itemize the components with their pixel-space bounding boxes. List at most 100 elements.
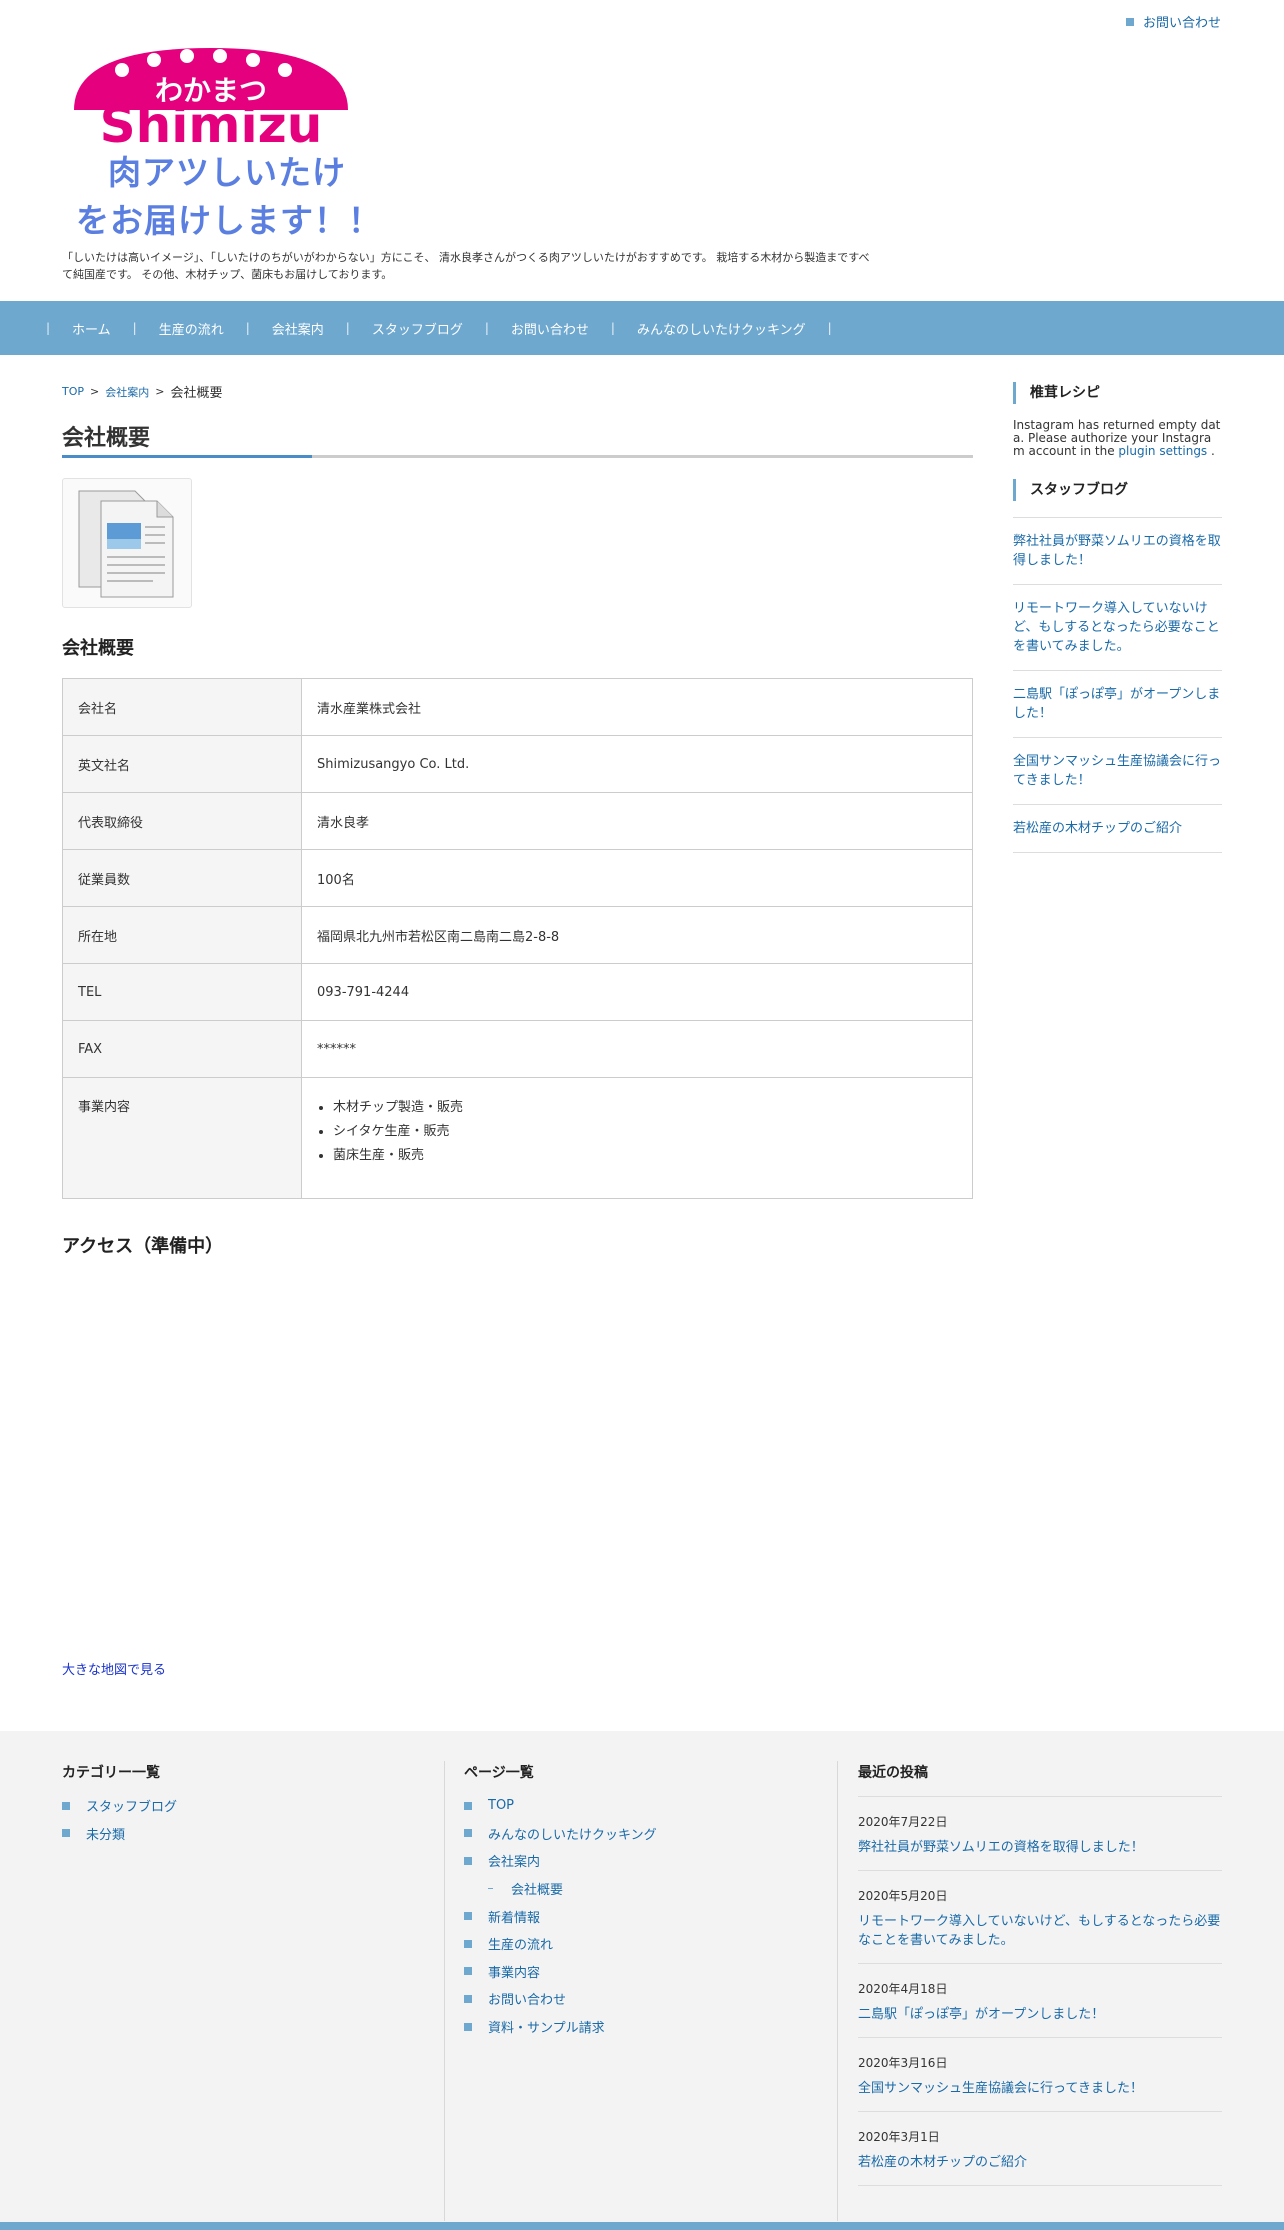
instagram-notice: Instagram has returned empty data. Pleas… [1013,419,1222,458]
table-row: 所在地 福岡県北九州市若松区南二島南二島2-8-8 [62,906,973,964]
recent-post: 2020年3月1日 若松産の木材チップのご紹介 [858,2112,1222,2186]
big-map-link[interactable]: 大きな地図で見る [62,1659,166,1678]
staff-blog-heading: スタッフブログ [1013,479,1128,501]
square-bullet-icon [464,1967,472,1976]
table-row: 会社名 清水産業株式会社 [62,678,973,736]
table-key: TEL [62,963,302,1021]
page-item[interactable]: 新着情報 [464,1902,657,1930]
category-item[interactable]: スタッフブログ [62,1792,177,1820]
page-item[interactable]: みんなのしいたけクッキング [464,1820,657,1848]
title-divider-accent [62,455,312,458]
breadcrumb-company[interactable]: 会社案内 [105,384,149,400]
nav-item-home[interactable]: ホーム [50,319,133,338]
table-row: 事業内容 木材チップ製造・販売 シイタケ生産・販売 菌床生産・販売 [62,1077,973,1199]
table-key: 所在地 [62,906,302,964]
nav-item-company[interactable]: 会社案内 [250,319,346,338]
site-logo[interactable]: わかまつ Shimizu [66,40,356,150]
page-title: 会社概要 [62,426,151,451]
table-key: 代表取締役 [62,792,302,850]
square-bullet-icon [464,1939,472,1948]
categories-list: スタッフブログ 未分類 [62,1792,177,1847]
recipe-heading: 椎茸レシピ [1013,382,1100,404]
global-nav: | ホーム | 生産の流れ | 会社案内 | スタッフブログ | お問い合わせ … [0,301,1284,355]
blog-item[interactable]: 二島駅「ぽっぽ亭」がオープンしました！ [1013,671,1222,738]
footer-accent-bar [0,2222,1284,2230]
table-key: 会社名 [62,678,302,736]
company-overview-heading: 会社概要 [62,638,134,659]
post-date: 2020年4月18日 [858,1982,948,1996]
breadcrumb-top[interactable]: TOP [62,385,84,398]
square-bullet-icon [62,1829,70,1838]
post-title[interactable]: リモートワーク導入していないけど、もしするとなったら必要なことを書いてみました。 [858,1914,1220,1948]
plugin-settings-link[interactable]: plugin settings [1118,444,1207,458]
table-row: FAX ****** [62,1020,973,1078]
page-item[interactable]: お問い合わせ [464,1985,657,2013]
page-label: 会社案内 [488,1855,541,1871]
site-description: 「しいたけは高いイメージ」、「しいたけのちがいがわからない」方にこそ、 清水良孝… [62,251,870,281]
table-value: ****** [301,1020,973,1078]
blog-item[interactable]: 若松産の木材チップのご紹介 [1013,805,1222,853]
nav-item-cooking[interactable]: みんなのしいたけクッキング [615,319,828,338]
table-value: 木材チップ製造・販売 シイタケ生産・販売 菌床生産・販売 [301,1077,973,1199]
recent-post: 2020年3月16日 全国サンマッシュ生産協議会に行ってきました！ [858,2038,1222,2112]
nav-item-contact[interactable]: お問い合わせ [489,319,611,338]
footer-divider [837,1761,838,2221]
header-contact-label: お問い合わせ [1142,16,1221,31]
category-label: 未分類 [86,1827,126,1843]
header-contact-link[interactable]: お問い合わせ [1125,12,1221,31]
dash-bullet-icon [488,1888,493,1890]
table-value: 清水産業株式会社 [301,678,973,736]
square-bullet-icon [62,1801,70,1810]
square-bullet-icon [1125,17,1134,26]
page-item[interactable]: 事業内容 [464,1958,657,1986]
page-item[interactable]: TOP [464,1792,657,1820]
blog-item[interactable]: 全国サンマッシュ生産協議会に行ってきました！ [1013,738,1222,805]
post-title[interactable]: 弊社社員が野菜ソムリエの資格を取得しました！ [858,1840,1144,1855]
nav-separator: | [827,321,832,335]
square-bullet-icon [464,1912,472,1921]
table-row: TEL 093-791-4244 [62,963,973,1021]
page-item[interactable]: 資料・サンプル請求 [464,2013,657,2041]
table-value: 093-791-4244 [301,963,973,1021]
page-label: 生産の流れ [488,1938,554,1954]
table-value: 100名 [301,849,973,907]
table-row: 従業員数 100名 [62,849,973,907]
list-item: 木材チップ製造・販売 [333,1096,957,1120]
tagline-line2: をお届けします！！ [76,201,382,240]
recent-post: 2020年7月22日 弊社社員が野菜ソムリエの資格を取得しました！ [858,1797,1222,1871]
post-title[interactable]: 二島駅「ぽっぽ亭」がオープンしました！ [858,2007,1104,2022]
page-label: 会社概要 [511,1883,564,1899]
category-item[interactable]: 未分類 [62,1820,177,1848]
categories-heading: カテゴリー一覧 [62,1765,160,1781]
breadcrumb-current: 会社概要 [170,386,223,401]
blog-item[interactable]: リモートワーク導入していないけど、もしするとなったら必要なことを書いてみました。 [1013,585,1222,671]
page-item[interactable]: 会社概要 [464,1875,657,1903]
table-key: 英文社名 [62,735,302,793]
table-value: 清水良孝 [301,792,973,850]
post-date: 2020年3月16日 [858,2056,948,2070]
breadcrumb-sep: > [155,385,165,398]
company-info-table: 会社名 清水産業株式会社 英文社名 Shimizusangyo Co. Ltd.… [62,678,973,1199]
nav-item-production-flow[interactable]: 生産の流れ [137,319,246,338]
list-item: シイタケ生産・販売 [333,1120,957,1144]
page-label: 資料・サンプル請求 [488,2021,605,2037]
blog-item[interactable]: 弊社社員が野菜ソムリエの資格を取得しました！ [1013,518,1222,585]
recent-post: 2020年5月20日 リモートワーク導入していないけど、もしするとなったら必要な… [858,1871,1222,1964]
instagram-end: . [1211,444,1215,458]
tagline-line1: 肉アツしいたけ [108,153,346,192]
post-title[interactable]: 全国サンマッシュ生産協議会に行ってきました！ [858,2081,1143,2096]
post-date: 2020年3月1日 [858,2130,940,2144]
recent-post: 2020年4月18日 二島駅「ぽっぽ亭」がオープンしました！ [858,1964,1222,2038]
post-title[interactable]: 若松産の木材チップのご紹介 [858,2155,1027,2170]
business-list: 木材チップ製造・販売 シイタケ生産・販売 菌床生産・販売 [317,1096,957,1168]
table-key: 事業内容 [62,1077,302,1199]
page-item[interactable]: 生産の流れ [464,1930,657,1958]
table-key: 従業員数 [62,849,302,907]
nav-item-staff-blog[interactable]: スタッフブログ [350,319,485,338]
table-key: FAX [62,1020,302,1078]
square-bullet-icon [464,1856,472,1865]
page-item[interactable]: 会社案内 [464,1847,657,1875]
access-heading: アクセス（準備中） [62,1236,224,1257]
page-label: みんなのしいたけクッキング [488,1827,657,1843]
logo-text-main: Shimizu [100,96,323,150]
